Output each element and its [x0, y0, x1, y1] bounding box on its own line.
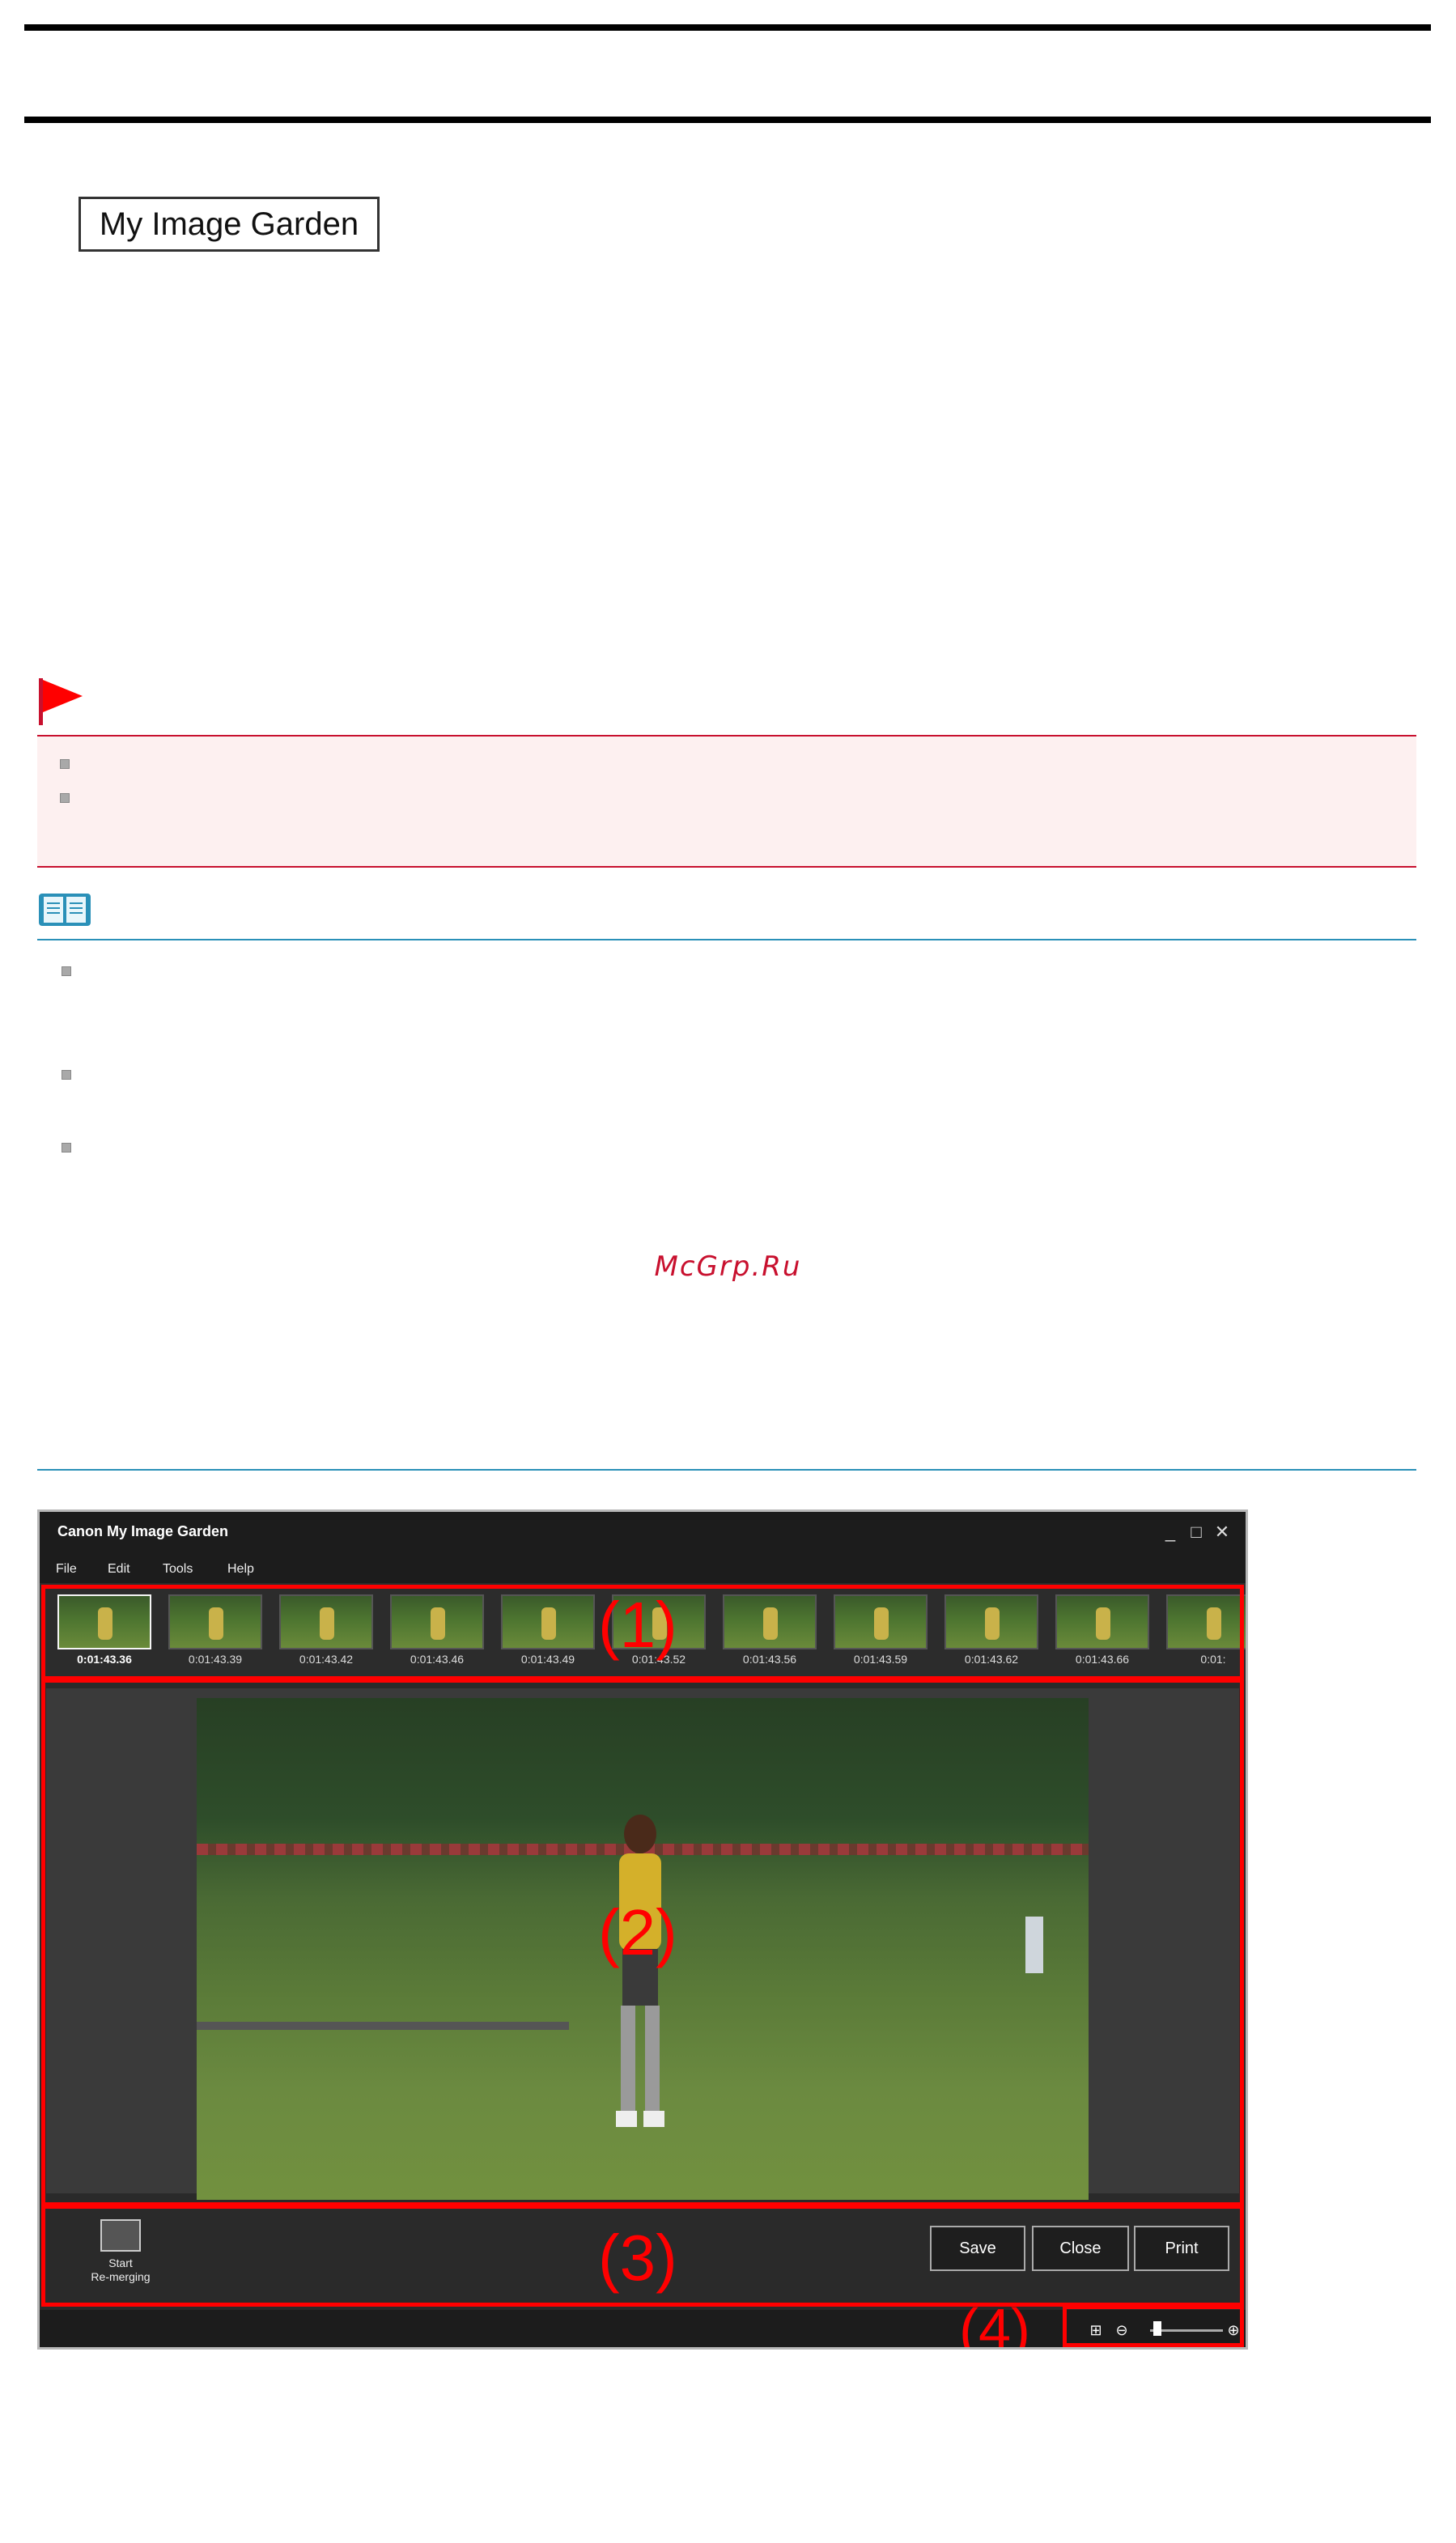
- header-rule: [24, 117, 1431, 123]
- bullet-icon: [62, 1070, 71, 1080]
- callout-label-1: (1): [598, 1589, 677, 1661]
- bullet-icon: [60, 759, 70, 769]
- maximize-icon[interactable]: □: [1184, 1520, 1208, 1544]
- callout-label-4: (4): [959, 2298, 1030, 2350]
- callout-label-2: (2): [598, 1896, 677, 1968]
- bullet-icon: [62, 1143, 71, 1153]
- important-panel: [37, 735, 1416, 868]
- flag-icon: [39, 678, 83, 725]
- menu-file[interactable]: File: [56, 1562, 77, 1577]
- watermark: McGrp.Ru: [654, 1250, 802, 1283]
- close-icon[interactable]: ✕: [1210, 1520, 1234, 1544]
- window-title: Canon My Image Garden: [57, 1523, 229, 1539]
- callout-box-4: [1063, 2305, 1244, 2347]
- section-rule: [37, 1469, 1416, 1471]
- breadcrumb-tag[interactable]: My Image Garden: [79, 197, 380, 252]
- bullet-icon: [62, 966, 71, 976]
- note-rule: [37, 939, 1416, 940]
- minimize-icon[interactable]: _: [1158, 1520, 1182, 1544]
- menu-tools[interactable]: Tools: [163, 1562, 193, 1577]
- callout-label-3: (3): [598, 2222, 677, 2294]
- title-bar: Canon My Image Garden _ □ ✕: [40, 1512, 1246, 1557]
- menu-bar: File Edit Tools Help: [40, 1557, 1246, 1583]
- menu-edit[interactable]: Edit: [108, 1562, 130, 1577]
- bullet-icon: [60, 793, 70, 803]
- menu-help[interactable]: Help: [227, 1562, 254, 1577]
- book-icon: [39, 894, 91, 926]
- app-window: Canon My Image Garden _ □ ✕ File Edit To…: [37, 1509, 1248, 2350]
- top-rule: [24, 24, 1431, 31]
